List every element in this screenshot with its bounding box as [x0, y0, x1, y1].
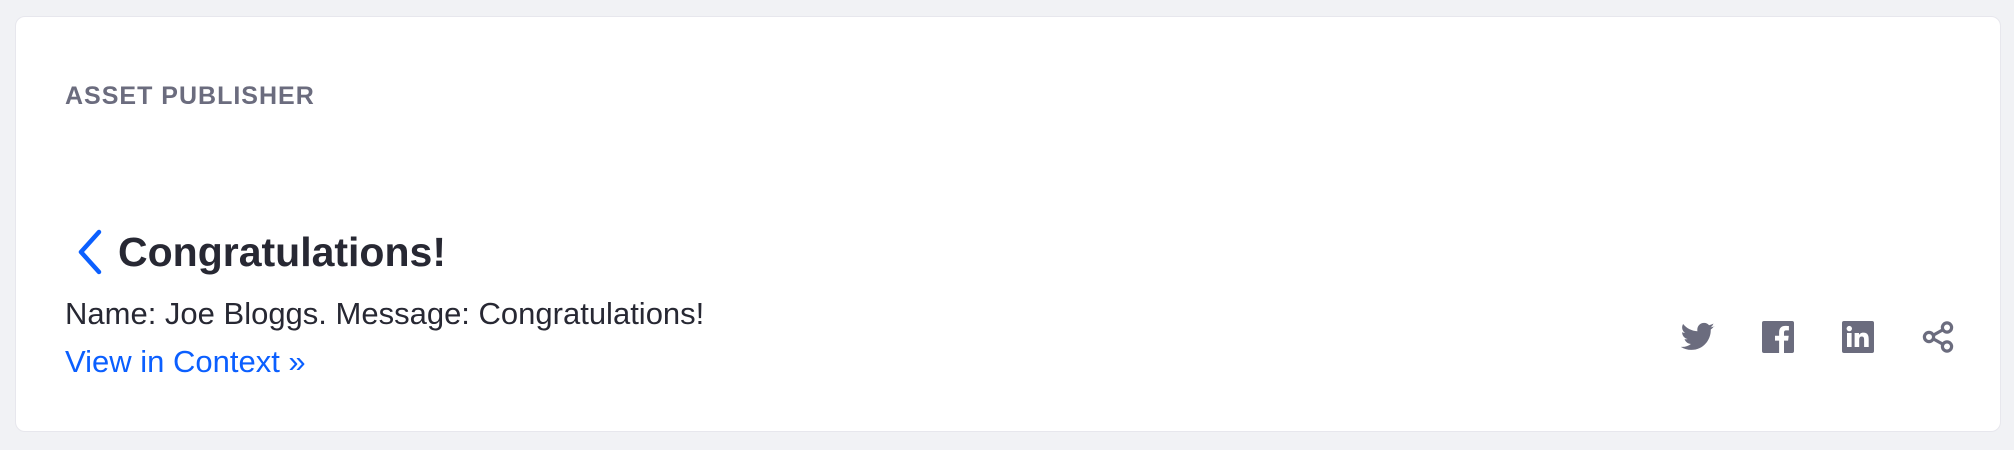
linkedin-share-button[interactable]	[1838, 317, 1878, 357]
share-icon	[1922, 321, 1954, 353]
back-button[interactable]	[68, 222, 112, 282]
asset-publisher-card: ASSET PUBLISHER Congratulations! Name: J…	[15, 16, 2001, 432]
share-button[interactable]	[1918, 317, 1958, 357]
twitter-icon	[1681, 322, 1715, 350]
view-in-context-link[interactable]: View in Context »	[65, 343, 306, 381]
asset-header: Congratulations!	[68, 222, 446, 282]
social-bookmarks	[1638, 317, 1958, 357]
chevron-left-icon	[78, 229, 102, 275]
twitter-share-button[interactable]	[1678, 317, 1718, 357]
linkedin-icon	[1842, 321, 1874, 353]
asset-summary: Name: Joe Bloggs. Message: Congratulatio…	[65, 296, 705, 331]
asset-title: Congratulations!	[118, 229, 446, 275]
portlet-title: ASSET PUBLISHER	[65, 82, 315, 110]
facebook-icon	[1762, 321, 1794, 353]
facebook-share-button[interactable]	[1758, 317, 1798, 357]
